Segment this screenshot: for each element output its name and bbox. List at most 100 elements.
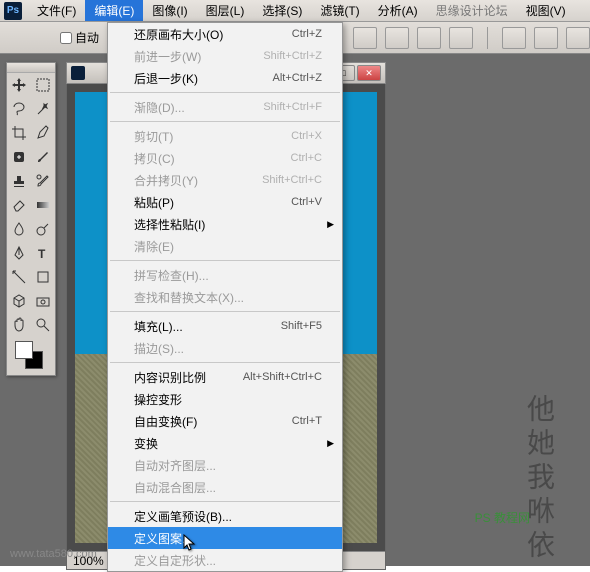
zoom-tool[interactable] (31, 313, 55, 337)
menu-edit[interactable]: 编辑(E) (85, 0, 143, 21)
menu-view[interactable]: 视图(V) (517, 0, 575, 21)
menu-item-label: 粘贴(P) (134, 194, 291, 211)
auto-checkbox[interactable]: 自动 (60, 29, 99, 46)
opt-btn-4[interactable] (449, 27, 473, 49)
menu-item-accel: Shift+F5 (281, 320, 322, 332)
menu-item-label: 自由变换(F) (134, 413, 292, 430)
eraser-tool[interactable] (7, 193, 31, 217)
opt-btn-6[interactable] (534, 27, 558, 49)
menu-item[interactable]: 还原画布大小(O)Ctrl+Z (108, 23, 342, 45)
menu-item-accel: Alt+Shift+Ctrl+C (243, 371, 322, 383)
opt-btn-7[interactable] (566, 27, 590, 49)
menu-item-label: 前进一步(W) (134, 48, 263, 65)
3d-tool[interactable] (7, 289, 31, 313)
menu-item: 自动混合图层... (108, 476, 342, 498)
watermark-site: PS 教程网 (475, 509, 530, 526)
menu-item-label: 定义图案... (134, 530, 322, 547)
path-tool[interactable] (7, 265, 31, 289)
opt-btn-1[interactable] (353, 27, 377, 49)
menu-file[interactable]: 文件(F) (28, 0, 85, 21)
menu-item[interactable]: 变换 ▶ (108, 432, 342, 454)
menu-item: 前进一步(W)Shift+Ctrl+Z (108, 45, 342, 67)
menu-analysis[interactable]: 分析(A) (369, 0, 427, 21)
menu-item-label: 渐隐(D)... (134, 99, 263, 116)
menu-item-accel: Shift+Ctrl+Z (263, 50, 322, 62)
toolbox-header[interactable] (7, 63, 55, 73)
toolbox: T (6, 62, 56, 376)
menu-filter[interactable]: 滤镜(T) (311, 0, 368, 21)
menu-select[interactable]: 选择(S) (253, 0, 311, 21)
eyedropper-tool[interactable] (31, 121, 55, 145)
watermark-text: 他她我咻依 (518, 394, 558, 564)
hand-tool[interactable] (7, 313, 31, 337)
menu-item[interactable]: 后退一步(K)Alt+Ctrl+Z (108, 67, 342, 89)
history-brush-tool[interactable] (31, 169, 55, 193)
menu-item[interactable]: 填充(L)...Shift+F5 (108, 315, 342, 337)
auto-label: 自动 (75, 29, 99, 46)
menu-item-label: 拼写检查(H)... (134, 267, 322, 284)
shape-tool[interactable] (31, 265, 55, 289)
menu-item: 拷贝(C)Ctrl+C (108, 147, 342, 169)
menu-item-accel: Ctrl+T (292, 415, 322, 427)
svg-text:T: T (38, 247, 46, 261)
menu-item[interactable]: 粘贴(P)Ctrl+V (108, 191, 342, 213)
menu-item-label: 自动对齐图层... (134, 457, 322, 474)
menu-item: 剪切(T)Ctrl+X (108, 125, 342, 147)
color-swatches[interactable] (7, 337, 55, 375)
menu-layer[interactable]: 图层(L) (197, 0, 254, 21)
menu-item[interactable]: 定义画笔预设(B)... (108, 505, 342, 527)
menu-item-label: 查找和替换文本(X)... (134, 289, 322, 306)
menu-item-label: 变换 (134, 435, 322, 452)
menu-item: 清除(E) (108, 235, 342, 257)
foreground-swatch[interactable] (15, 341, 33, 359)
opt-btn-2[interactable] (385, 27, 409, 49)
menu-item[interactable]: 选择性粘贴(I) ▶ (108, 213, 342, 235)
stamp-tool[interactable] (7, 169, 31, 193)
gradient-tool[interactable] (31, 193, 55, 217)
dodge-tool[interactable] (31, 217, 55, 241)
menu-item: 查找和替换文本(X)... (108, 286, 342, 308)
menu-item-accel: Ctrl+V (291, 196, 322, 208)
crop-tool[interactable] (7, 121, 31, 145)
menu-image[interactable]: 图像(I) (143, 0, 196, 21)
menu-item-label: 清除(E) (134, 238, 322, 255)
marquee-tool[interactable] (31, 73, 55, 97)
menu-item-label: 内容识别比例 (134, 369, 243, 386)
close-button[interactable]: ✕ (357, 65, 381, 81)
app-icon: Ps (4, 2, 22, 20)
menu-item[interactable]: 定义图案... (108, 527, 342, 549)
menu-item[interactable]: 操控变形 (108, 388, 342, 410)
lasso-tool[interactable] (7, 97, 31, 121)
menu-item: 拼写检查(H)... (108, 264, 342, 286)
menubar: Ps 文件(F) 编辑(E) 图像(I) 图层(L) 选择(S) 滤镜(T) 分… (0, 0, 590, 22)
menu-item-label: 操控变形 (134, 391, 322, 408)
submenu-arrow-icon: ▶ (327, 438, 334, 449)
menu-item-accel: Shift+Ctrl+C (262, 174, 322, 186)
healing-tool[interactable] (7, 145, 31, 169)
move-tool[interactable] (7, 73, 31, 97)
menu-item[interactable]: 内容识别比例Alt+Shift+Ctrl+C (108, 366, 342, 388)
menu-item[interactable]: 自由变换(F)Ctrl+T (108, 410, 342, 432)
menu-item: 渐隐(D)...Shift+Ctrl+F (108, 96, 342, 118)
menu-item: 描边(S)... (108, 337, 342, 359)
opt-btn-3[interactable] (417, 27, 441, 49)
menu-item-accel: Shift+Ctrl+F (263, 101, 322, 113)
menu-item-label: 还原画布大小(O) (134, 26, 292, 43)
menu-item-label: 定义画笔预设(B)... (134, 508, 322, 525)
menu-item-label: 后退一步(K) (134, 70, 272, 87)
type-tool[interactable]: T (31, 241, 55, 265)
submenu-arrow-icon: ▶ (327, 219, 334, 230)
opt-btn-5[interactable] (502, 27, 526, 49)
menu-wm1: 思缘设计论坛 (427, 0, 517, 21)
menu-item-label: 选择性粘贴(I) (134, 216, 322, 233)
blur-tool[interactable] (7, 217, 31, 241)
wand-tool[interactable] (31, 97, 55, 121)
menu-item-label: 自动混合图层... (134, 479, 322, 496)
menu-item-label: 描边(S)... (134, 340, 322, 357)
menu-item: 自动对齐图层... (108, 454, 342, 476)
camera-tool[interactable] (31, 289, 55, 313)
menu-item-accel: Ctrl+Z (292, 28, 322, 40)
brush-tool[interactable] (31, 145, 55, 169)
menu-item: 定义自定形状... (108, 549, 342, 571)
pen-tool[interactable] (7, 241, 31, 265)
